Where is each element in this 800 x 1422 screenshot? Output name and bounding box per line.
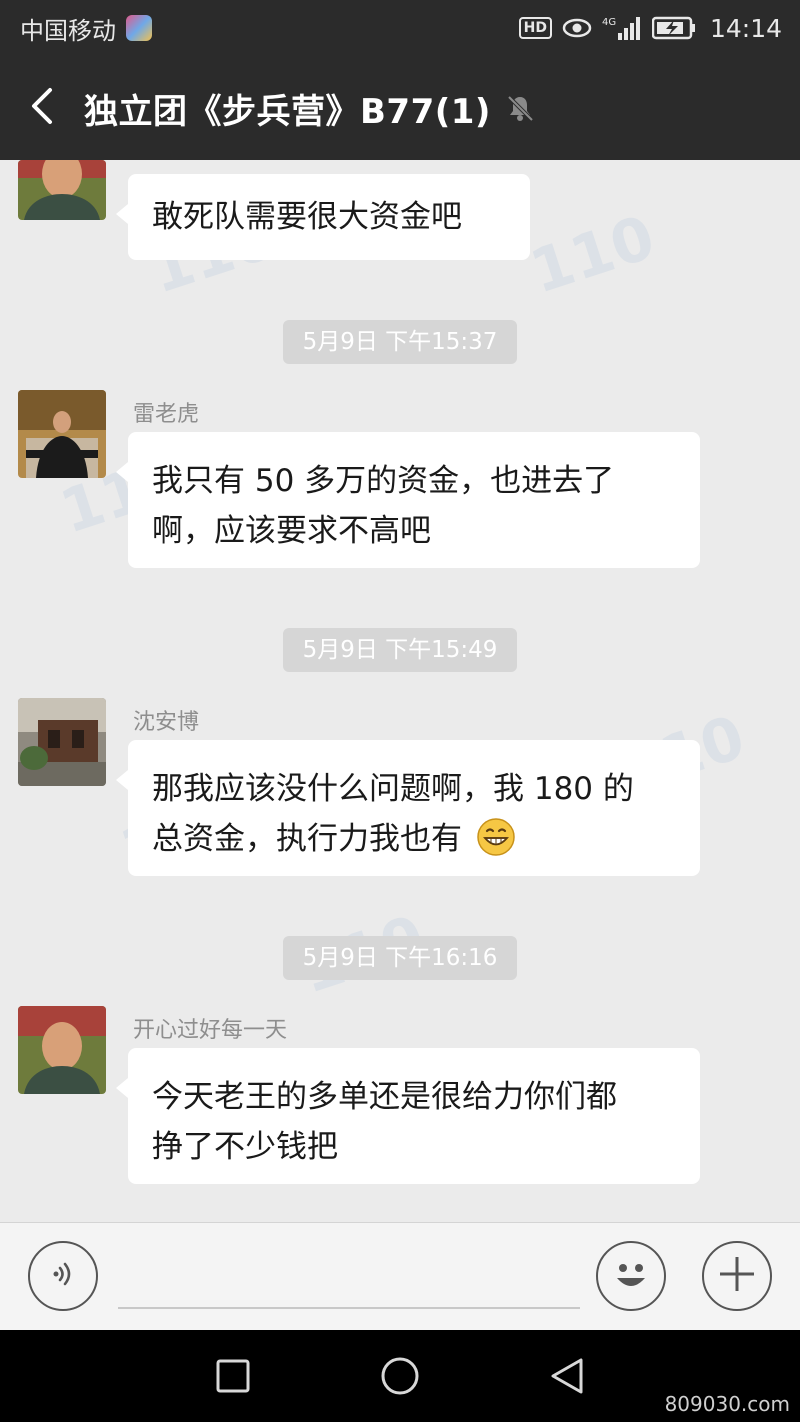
back-nav-button[interactable] xyxy=(537,1346,597,1406)
timestamp: 5月9日 下午15:49 xyxy=(283,628,517,672)
timestamp: 5月9日 下午16:16 xyxy=(283,936,517,980)
home-button[interactable] xyxy=(370,1346,430,1406)
voice-button[interactable] xyxy=(28,1241,98,1311)
status-left: 中国移动 xyxy=(20,11,152,46)
clock: 14:14 xyxy=(709,13,782,43)
grin-emoji-icon xyxy=(476,817,516,872)
app-badge-icon xyxy=(126,15,152,41)
plus-icon xyxy=(717,1254,757,1298)
message-text: 敢死队需要很大资金吧 xyxy=(152,199,462,235)
network-type-label: 4G xyxy=(602,17,616,28)
emoji-icon xyxy=(605,1248,657,1304)
recent-apps-button[interactable] xyxy=(203,1346,263,1406)
avatar[interactable] xyxy=(18,1006,106,1094)
avatar[interactable] xyxy=(18,698,106,786)
message-bubble[interactable]: 敢死队需要很大资金吧 xyxy=(116,174,530,260)
message-text-line: 我只有 50 多万的资金，也进去了 xyxy=(152,463,615,499)
signal-icon: 4G xyxy=(602,15,642,41)
message-input[interactable] xyxy=(118,1243,580,1309)
avatar[interactable] xyxy=(18,160,106,220)
back-arrow-icon xyxy=(28,86,56,130)
sender-name: 雷老虎 xyxy=(133,402,200,427)
emoji-button[interactable] xyxy=(596,1241,666,1311)
status-bar: 中国移动 HD 4G 14:14 xyxy=(0,0,800,56)
message-bubble[interactable]: 我只有 50 多万的资金，也进去了 啊，应该要求不高吧 xyxy=(116,432,700,568)
message-text-line: 那我应该没什么问题啊，我 180 的 xyxy=(152,771,634,807)
bell-mute-icon xyxy=(505,93,535,123)
watermark: 110 xyxy=(522,202,664,308)
message-text-line: 总资金，执行力我也有 xyxy=(152,814,678,872)
message-text: 总资金，执行力我也有 xyxy=(152,821,462,857)
message-text-line: 挣了不少钱把 xyxy=(152,1129,338,1165)
message-text-line: 今天老王的多单还是很给力你们都 xyxy=(152,1079,617,1115)
hd-badge: HD xyxy=(518,17,552,39)
voice-icon xyxy=(46,1257,80,1295)
status-right: HD 4G 14:14 xyxy=(518,13,782,43)
system-nav-bar: 809030.com xyxy=(0,1330,800,1422)
sender-name: 沈安博 xyxy=(133,710,200,735)
message-list[interactable]: 110 110 110 110 110 110 110 110 敢死队需要很大资… xyxy=(0,160,800,1222)
timestamp: 5月9日 下午15:37 xyxy=(283,320,517,364)
watermark-site: 809030.com xyxy=(664,1392,790,1416)
chat-title: 独立团《步兵营》B77(1) xyxy=(84,91,491,132)
input-bar xyxy=(0,1222,800,1330)
chat-header: 独立团《步兵营》B77(1) xyxy=(0,56,800,160)
eye-icon xyxy=(562,17,592,39)
message-text-line: 啊，应该要求不高吧 xyxy=(152,513,431,549)
battery-icon xyxy=(651,16,696,40)
sender-name: 开心过好每一天 xyxy=(133,1018,288,1043)
message-bubble[interactable]: 今天老王的多单还是很给力你们都 挣了不少钱把 xyxy=(116,1048,700,1184)
carrier-label: 中国移动 xyxy=(20,16,116,45)
avatar[interactable] xyxy=(18,390,106,478)
back-button[interactable] xyxy=(0,56,84,160)
message-bubble[interactable]: 那我应该没什么问题啊，我 180 的 总资金，执行力我也有 xyxy=(116,740,700,876)
more-button[interactable] xyxy=(702,1241,772,1311)
